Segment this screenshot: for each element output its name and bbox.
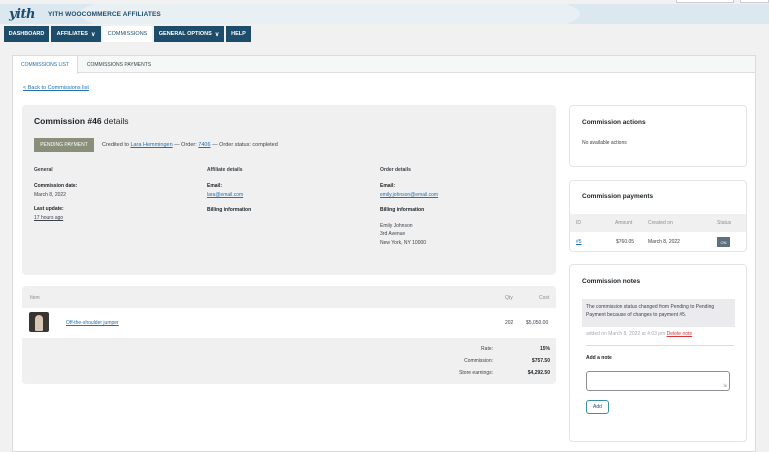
general-heading: General xyxy=(34,167,53,173)
tab-label: DASHBOARD xyxy=(8,31,45,37)
affiliate-billing-label: Billing information xyxy=(207,207,252,213)
table-row: #5 $760.05 March 8, 2022 on xyxy=(570,233,746,251)
tab-commissions[interactable]: COMMISSIONS xyxy=(103,26,152,42)
chevron-down-icon: ∨ xyxy=(214,31,220,38)
page-title: Commission #46 details xyxy=(34,116,129,126)
divider xyxy=(586,345,734,346)
items-table-header: Item Qty Cost xyxy=(22,286,556,308)
subtab-bar: COMMISSIONS LIST COMMISSIONS PAYMENTS xyxy=(13,56,755,74)
id-column-header: ID xyxy=(576,220,581,226)
billing-name: Emily Johnson xyxy=(380,223,413,229)
credited-prefix: Credited to xyxy=(102,142,131,148)
commission-date-label: Commission date: xyxy=(34,183,78,189)
notes-title: Commission notes xyxy=(582,278,641,285)
amount-column-header: Amount xyxy=(615,220,633,226)
yith-logo: yith xyxy=(9,7,35,22)
affiliate-email-label: Email: xyxy=(207,183,223,189)
order-sep: — Order: xyxy=(172,142,199,148)
product-thumbnail[interactable] xyxy=(29,312,49,332)
order-heading: Order details xyxy=(380,167,411,173)
tab-affiliates[interactable]: AFFILIATES ∨ xyxy=(51,26,101,42)
chevron-down-icon: ∨ xyxy=(90,31,96,38)
affiliate-email-link[interactable]: lara@email.com xyxy=(207,192,243,198)
item-qty: 202 xyxy=(505,320,514,326)
item-column-header: Item xyxy=(30,295,40,301)
main-nav: DASHBOARD AFFILIATES ∨ COMMISSIONS GENER… xyxy=(0,24,769,44)
payments-table-header: ID Amount Created on Status xyxy=(570,214,746,232)
order-items-card: Item Qty Cost Off-the-shoulder jumper 20… xyxy=(22,286,556,384)
commission-value: $757.50 xyxy=(531,358,550,364)
tab-help[interactable]: HELP xyxy=(226,26,251,42)
created-column-header: Created on xyxy=(648,220,673,226)
add-note-textarea[interactable]: ⇲ xyxy=(586,371,730,391)
payment-created: March 8, 2022 xyxy=(648,239,680,245)
title-suffix: details xyxy=(101,116,129,126)
tab-general-options[interactable]: GENERAL OPTIONS ∨ xyxy=(154,26,224,42)
plugin-header: yith YITH WOOCOMMERCE AFFILIATES xyxy=(0,4,769,24)
product-figure xyxy=(35,315,43,331)
tab-label: GENERAL OPTIONS xyxy=(158,31,212,37)
commission-actions-card: Commission actions No available actions xyxy=(569,105,747,167)
table-row: Off-the-shoulder jumper 202 $5,050.00 xyxy=(22,308,556,338)
resize-handle-icon[interactable]: ⇲ xyxy=(723,383,727,389)
commission-payments-card: Commission payments ID Amount Created on… xyxy=(569,180,747,252)
billing-city-line: New York, NY 10000 xyxy=(380,240,427,246)
rate-label: Rate: xyxy=(481,346,493,352)
add-note-button[interactable]: Add xyxy=(586,400,609,414)
note-date: added on March 8, 2022 at 4:03 pm xyxy=(586,331,667,337)
affiliate-heading: Affiliate details xyxy=(207,167,243,173)
add-note-label: Add a note xyxy=(586,355,612,361)
note-meta: added on March 8, 2022 at 4:03 pm Delete… xyxy=(586,331,692,337)
order-email-link[interactable]: emily.johnson@email.com xyxy=(380,192,438,198)
back-to-list-link[interactable]: < Back to Commissions list xyxy=(23,85,89,91)
top-control-box[interactable] xyxy=(676,0,734,3)
last-update-label: Last update: xyxy=(34,206,64,212)
product-link[interactable]: Off-the-shoulder jumper xyxy=(66,320,119,326)
payments-title: Commission payments xyxy=(582,193,654,200)
credited-line: Credited to Lara Hemmingen — Order: 7406… xyxy=(102,142,278,148)
commission-details-card: Commission #46 details PENDING PAYMENT C… xyxy=(22,105,556,275)
billing-address-line: 3rd Avenue xyxy=(380,231,406,237)
tab-label: HELP xyxy=(231,31,246,37)
affiliate-link[interactable]: Lara Hemmingen xyxy=(130,142,172,148)
rate-value: 15% xyxy=(539,346,550,352)
commission-date-value: March 8, 2022 xyxy=(34,192,66,198)
qty-column-header: Qty xyxy=(505,295,513,301)
last-update-value[interactable]: 17 hours ago xyxy=(34,215,63,221)
tab-label: COMMISSIONS xyxy=(107,31,148,37)
subtab-commissions-payments[interactable]: COMMISSIONS PAYMENTS xyxy=(79,56,159,73)
status-column-header: Status xyxy=(717,220,732,226)
payment-id-link[interactable]: #5 xyxy=(576,239,582,245)
commission-label: Commission: xyxy=(464,358,493,364)
subtab-label: COMMISSIONS PAYMENTS xyxy=(86,61,152,68)
commission-id: Commission #46 xyxy=(34,116,102,126)
status-badge: PENDING PAYMENT xyxy=(34,138,94,152)
store-earnings-value: $4,292.50 xyxy=(527,370,550,376)
payment-status-badge: on xyxy=(717,237,730,247)
actions-empty-text: No available actions xyxy=(582,140,627,146)
delete-note-link[interactable]: Delete note xyxy=(667,331,693,337)
commission-notes-card: Commission notes The commission status c… xyxy=(569,264,747,442)
cost-column-header: Cost xyxy=(539,295,550,301)
tab-dashboard[interactable]: DASHBOARD xyxy=(4,26,49,42)
top-control-box[interactable] xyxy=(740,0,769,3)
order-email-label: Email: xyxy=(380,183,396,189)
order-status: — Order status: completed xyxy=(210,142,278,148)
subtab-label: COMMISSIONS LIST xyxy=(20,62,70,68)
order-link[interactable]: 7406 xyxy=(198,142,210,148)
order-billing-label: Billing information xyxy=(380,207,425,213)
plugin-title: YITH WOOCOMMERCE AFFILIATES xyxy=(48,11,161,18)
payment-amount: $760.05 xyxy=(616,239,635,245)
subtab-commissions-list[interactable]: COMMISSIONS LIST xyxy=(13,56,78,74)
store-earnings-label: Store earnings: xyxy=(459,370,493,376)
item-cost: $5,050.00 xyxy=(526,320,549,326)
note-item: The commission status changed from Pendi… xyxy=(582,299,735,327)
actions-title: Commission actions xyxy=(582,119,646,126)
tab-label: AFFILIATES xyxy=(56,31,88,37)
